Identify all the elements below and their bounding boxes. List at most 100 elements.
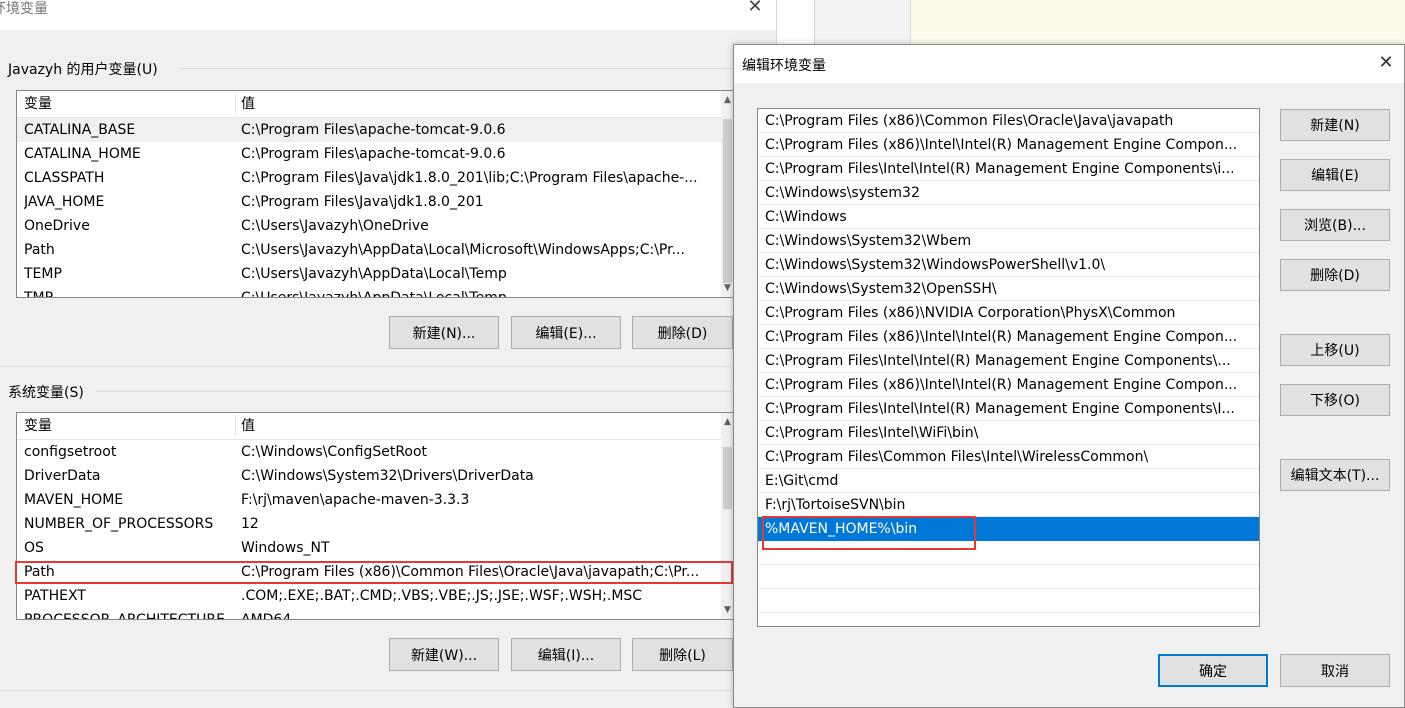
variable-name: MAVEN_HOME (24, 492, 124, 508)
table-row[interactable]: TMP C:\Users\Javazyh\AppData\Local\Temp (17, 286, 734, 298)
system-edit-button[interactable]: 编辑(I)... (511, 638, 621, 671)
system-variables-list[interactable]: 变量 值 configsetroot C:\Windows\ConfigSetRo… (16, 412, 735, 620)
browse-button[interactable]: 浏览(B)... (1280, 209, 1390, 241)
group-divider (178, 68, 776, 69)
table-row[interactable]: CATALINA_BASE C:\Program Files\apache-tom… (17, 118, 734, 142)
list-item[interactable]: F:\rj\TortoiseSVN\bin (758, 493, 1259, 517)
variable-value: 12 (241, 516, 259, 532)
variable-value: C:\Program Files\Java\jdk1.8.0_201\lib;C… (241, 170, 698, 186)
list-item[interactable]: C:\Windows\system32 (758, 181, 1259, 205)
variable-value: C:\Program Files\apache-tomcat-9.0.6 (241, 122, 506, 138)
list-item[interactable]: C:\Program Files\Intel\WiFi\bin\ (758, 421, 1259, 445)
variable-name: configsetroot (24, 444, 117, 460)
column-header-value[interactable]: 值 (234, 91, 255, 117)
variable-name: OneDrive (24, 218, 90, 234)
list-item[interactable]: C:\Windows\System32\Wbem (758, 229, 1259, 253)
user-edit-button[interactable]: 编辑(E)... (511, 316, 621, 349)
path-entries-rows: C:\Program Files (x86)\Common Files\Orac… (758, 109, 1259, 613)
table-row[interactable]: CLASSPATH C:\Program Files\Java\jdk1.8.0_… (17, 166, 734, 190)
list-item[interactable]: C:\Program Files\Intel\Intel(R) Manageme… (758, 157, 1259, 181)
variable-value: Windows_NT (241, 540, 330, 556)
move-down-button[interactable]: 下移(O) (1280, 384, 1390, 416)
table-row[interactable]: OS Windows_NT (17, 536, 734, 560)
move-up-button[interactable]: 上移(U) (1280, 334, 1390, 366)
list-item[interactable]: C:\Program Files (x86)\Intel\Intel(R) Ma… (758, 373, 1259, 397)
list-item[interactable]: C:\Windows\System32\WindowsPowerShell\v1… (758, 253, 1259, 277)
variable-value: C:\Users\Javazyh\AppData\Local\Temp (241, 266, 507, 282)
edit-text-button[interactable]: 编辑文本(T)... (1280, 459, 1390, 491)
scroll-thumb[interactable] (723, 447, 732, 509)
table-row[interactable]: Path C:\Program Files (x86)\Common Files\… (17, 560, 734, 584)
group-divider (96, 391, 776, 392)
column-header-value[interactable]: 值 (234, 413, 255, 439)
variable-value: C:\Program Files\apache-tomcat-9.0.6 (241, 146, 506, 162)
variable-name: JAVA_HOME (24, 194, 105, 210)
variable-name: PROCESSOR_ARCHITECTURE (24, 612, 225, 620)
list-item[interactable]: C:\Windows\System32\OpenSSH\ (758, 277, 1259, 301)
table-row[interactable]: configsetroot C:\Windows\ConfigSetRoot (17, 440, 734, 464)
table-row[interactable]: PATHEXT .COM;.EXE;.BAT;.CMD;.VBS;.VBE;.JS… (17, 584, 734, 608)
system-variables-rows: configsetroot C:\Windows\ConfigSetRoot Dri… (17, 440, 734, 620)
list-item[interactable]: C:\Program Files (x86)\NVIDIA Corporatio… (758, 301, 1259, 325)
variable-name: CLASSPATH (24, 170, 105, 186)
variable-value: C:\Users\Javazyh\AppData\Local\Temp (241, 290, 507, 298)
column-header-variable[interactable]: 变量 (17, 413, 52, 439)
section-divider (0, 690, 776, 691)
variable-name: CATALINA_BASE (24, 122, 136, 138)
background-editor (910, 0, 1405, 44)
list-item[interactable]: E:\Git\cmd (758, 469, 1259, 493)
table-row[interactable]: Path C:\Users\Javazyh\AppData\Local\Micro… (17, 238, 734, 262)
variable-name: TMP (24, 290, 54, 298)
user-delete-button[interactable]: 删除(D) (632, 316, 733, 349)
close-icon[interactable]: ✕ (1374, 51, 1398, 75)
variable-name: OS (24, 540, 44, 556)
system-new-button[interactable]: 新建(W)... (389, 638, 499, 671)
list-item[interactable]: C:\Program Files\Intel\Intel(R) Manageme… (758, 349, 1259, 373)
variable-value: C:\Windows\System32\Drivers\DriverData (241, 468, 534, 484)
table-row[interactable]: JAVA_HOME C:\Program Files\Java\jdk1.8.0_… (17, 190, 734, 214)
variable-value: F:\rj\maven\apache-maven-3.3.3 (241, 492, 470, 508)
list-item[interactable]: C:\Program Files (x86)\Common Files\Orac… (758, 109, 1259, 133)
system-delete-button[interactable]: 删除(L) (632, 638, 733, 671)
variable-name: DriverData (24, 468, 101, 484)
scroll-thumb[interactable] (723, 119, 732, 283)
list-item[interactable]: C:\Program Files (x86)\Intel\Intel(R) Ma… (758, 133, 1259, 157)
table-row[interactable]: NUMBER_OF_PROCESSORS 12 (17, 512, 734, 536)
table-row[interactable]: CATALINA_HOME C:\Program Files\apache-tom… (17, 142, 734, 166)
list-item[interactable]: C:\Program Files\Common Files\Intel\Wire… (758, 445, 1259, 469)
cancel-button[interactable]: 取消 (1280, 654, 1390, 687)
variable-value: C:\Users\Javazyh\OneDrive (241, 218, 429, 234)
edit-entry-button[interactable]: 编辑(E) (1280, 159, 1390, 191)
table-row[interactable]: OneDrive C:\Users\Javazyh\OneDrive (17, 214, 734, 238)
variable-value: AMD64 (241, 612, 292, 620)
close-icon[interactable]: ✕ (744, 0, 766, 18)
list-item[interactable]: C:\Program Files\Intel\Intel(R) Manageme… (758, 397, 1259, 421)
variable-name: Path (24, 242, 55, 258)
path-entries-list[interactable]: C:\Program Files (x86)\Common Files\Orac… (757, 108, 1260, 627)
ok-button[interactable]: 确定 (1158, 654, 1268, 687)
dialog-titlebar: 编辑环境变量 ✕ (734, 45, 1404, 83)
variable-value: C:\Windows\ConfigSetRoot (241, 444, 428, 460)
user-variables-list[interactable]: 变量 值 CATALINA_BASE C:\Program Files\apach… (16, 90, 735, 298)
dialog-title: 环境变量 (0, 1, 48, 17)
dialog-title: 编辑环境变量 (742, 58, 826, 74)
table-row[interactable]: DriverData C:\Windows\System32\Drivers\Dr… (17, 464, 734, 488)
user-variables-label: Javazyh 的用户变量(U) (8, 62, 158, 78)
empty-list-row (758, 541, 1259, 565)
variable-name: CATALINA_HOME (24, 146, 141, 162)
system-variables-label: 系统变量(S) (8, 385, 84, 401)
list-item[interactable]: %MAVEN_HOME%\bin (758, 517, 1259, 541)
table-row[interactable]: TEMP C:\Users\Javazyh\AppData\Local\Temp (17, 262, 734, 286)
column-header-variable[interactable]: 变量 (17, 91, 52, 117)
variable-name: TEMP (24, 266, 62, 282)
list-header: 变量 值 (17, 413, 734, 440)
user-variables-rows: CATALINA_BASE C:\Program Files\apache-tom… (17, 118, 734, 298)
table-row[interactable]: PROCESSOR_ARCHITECTURE AMD64 (17, 608, 734, 620)
list-item[interactable]: C:\Windows (758, 205, 1259, 229)
list-item[interactable]: C:\Program Files (x86)\Intel\Intel(R) Ma… (758, 325, 1259, 349)
new-entry-button[interactable]: 新建(N) (1280, 109, 1390, 141)
user-new-button[interactable]: 新建(N)... (389, 316, 499, 349)
delete-entry-button[interactable]: 删除(D) (1280, 259, 1390, 291)
empty-list-row (758, 565, 1259, 589)
table-row[interactable]: MAVEN_HOME F:\rj\maven\apache-maven-3.3.3 (17, 488, 734, 512)
